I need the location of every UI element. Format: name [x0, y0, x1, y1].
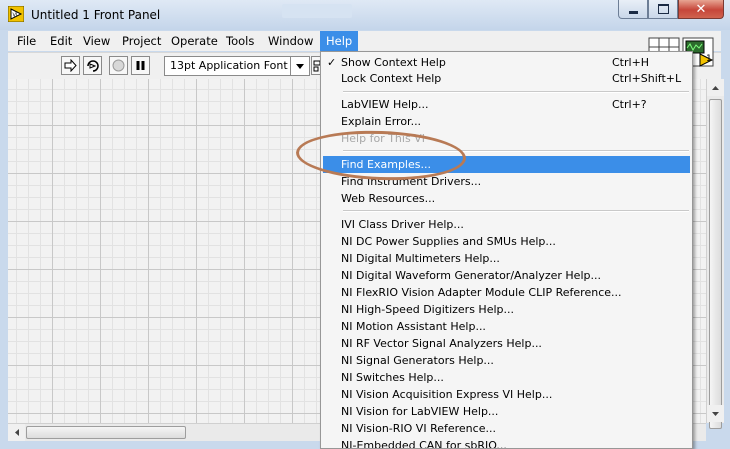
menu-item-label: Show Context Help — [341, 56, 446, 69]
chevron-left-icon — [14, 429, 19, 436]
menu-item-lock-context-help[interactable]: Lock Context Help Ctrl+Shift+L — [323, 70, 690, 87]
menu-item-label: NI Switches Help... — [341, 371, 444, 384]
minimize-button[interactable] — [618, 0, 648, 19]
maximize-button[interactable] — [648, 0, 678, 19]
title-bar-glass-area — [282, 4, 352, 18]
pause-button[interactable] — [131, 56, 150, 75]
menu-item-ni-signal-generators-help[interactable]: NI Signal Generators Help... — [323, 352, 690, 369]
vertical-scrollbar[interactable] — [706, 79, 724, 429]
minimize-icon — [628, 10, 638, 14]
menu-item-ni-dmm-help[interactable]: NI Digital Multimeters Help... — [323, 250, 690, 267]
menu-item-find-examples[interactable]: Find Examples... — [323, 156, 690, 173]
close-icon: ✕ — [695, 1, 707, 17]
font-value: 13pt Application Font — [170, 59, 288, 72]
menu-item-label: NI Digital Waveform Generator/Analyzer H… — [341, 269, 601, 282]
menu-item-label: NI Vision-RIO VI Reference... — [341, 422, 496, 435]
menu-item-label: NI Signal Generators Help... — [341, 354, 494, 367]
labview-front-panel-window: VI Untitled 1 Front Panel ✕ File Edit Vi… — [0, 0, 730, 449]
menu-separator — [343, 91, 689, 93]
labview-app-icon[interactable]: VI — [8, 6, 24, 22]
run-continuously-button[interactable] — [83, 56, 102, 75]
menu-file[interactable]: File — [17, 31, 36, 51]
menu-item-ni-dc-power-help[interactable]: NI DC Power Supplies and SMUs Help... — [323, 233, 690, 250]
menu-separator — [343, 210, 689, 212]
text-settings-dropdown[interactable]: 13pt Application Font — [164, 56, 310, 76]
scroll-left-button[interactable] — [8, 424, 25, 441]
chevron-down-icon — [296, 63, 304, 69]
menu-item-shortcut: Ctrl+Shift+L — [612, 72, 682, 85]
menu-item-label: Lock Context Help — [341, 72, 442, 85]
menu-item-label: LabVIEW Help... — [341, 98, 429, 111]
menu-view[interactable]: View — [83, 31, 110, 51]
menu-item-help-for-this-vi: Help for This VI — [323, 130, 690, 147]
menu-item-show-context-help[interactable]: ✓ Show Context Help Ctrl+H — [323, 54, 690, 71]
window-caption-buttons: ✕ — [618, 0, 724, 20]
close-button[interactable]: ✕ — [678, 0, 724, 19]
font-dropdown-arrow[interactable] — [290, 57, 309, 75]
menu-item-ni-high-speed-digitizers-help[interactable]: NI High-Speed Digitizers Help... — [323, 301, 690, 318]
run-arrow-icon — [64, 59, 77, 72]
menu-item-ni-motion-assistant-help[interactable]: NI Motion Assistant Help... — [323, 318, 690, 335]
menu-item-ni-embedded-can-sbrio[interactable]: NI-Embedded CAN for sbRIO... — [323, 437, 690, 449]
menu-item-explain-error[interactable]: Explain Error... — [323, 113, 690, 130]
menu-item-web-resources[interactable]: Web Resources... — [323, 190, 690, 207]
menu-item-ni-digital-waveform-help[interactable]: NI Digital Waveform Generator/Analyzer H… — [323, 267, 690, 284]
scroll-down-button[interactable] — [707, 405, 724, 422]
menu-item-label: NI RF Vector Signal Analyzers Help... — [341, 337, 542, 350]
chevron-up-icon — [712, 85, 719, 90]
menu-item-label: Web Resources... — [341, 192, 436, 205]
menu-item-ivi-class-driver-help[interactable]: IVI Class Driver Help... — [323, 216, 690, 233]
menu-item-label: Help for This VI — [341, 132, 425, 145]
menu-project[interactable]: Project — [122, 31, 161, 51]
pause-icon — [136, 61, 145, 70]
menu-bar: File Edit View Project Operate Tools Win… — [8, 31, 721, 51]
menu-separator — [343, 150, 689, 152]
menu-item-label: NI FlexRIO Vision Adapter Module CLIP Re… — [341, 286, 622, 299]
scroll-up-button[interactable] — [707, 79, 724, 96]
menu-item-label: NI Vision for LabVIEW Help... — [341, 405, 499, 418]
window-title: Untitled 1 Front Panel — [31, 8, 161, 22]
menu-item-ni-vision-acquisition-help[interactable]: NI Vision Acquisition Express VI Help... — [323, 386, 690, 403]
abort-execution-button[interactable] — [109, 56, 128, 75]
menu-item-label: IVI Class Driver Help... — [341, 218, 464, 231]
menu-item-label: NI-Embedded CAN for sbRIO... — [341, 439, 507, 449]
menu-item-labview-help[interactable]: LabVIEW Help... Ctrl+? — [323, 96, 690, 113]
help-menu-dropdown: ✓ Show Context Help Ctrl+H Lock Context … — [320, 51, 693, 449]
menu-item-shortcut: Ctrl+? — [612, 98, 647, 111]
menu-operate[interactable]: Operate — [171, 31, 218, 51]
menu-tools[interactable]: Tools — [226, 31, 254, 51]
menu-item-label: Find Instrument Drivers... — [341, 175, 482, 188]
menu-item-label: Find Examples... — [341, 158, 431, 171]
title-bar[interactable]: VI Untitled 1 Front Panel ✕ — [0, 0, 730, 30]
menu-item-ni-rf-vsa-help[interactable]: NI RF Vector Signal Analyzers Help... — [323, 335, 690, 352]
menu-window[interactable]: Window — [268, 31, 313, 51]
checkmark-icon: ✓ — [327, 56, 337, 69]
menu-item-find-instrument-drivers[interactable]: Find Instrument Drivers... — [323, 173, 690, 190]
menu-item-ni-switches-help[interactable]: NI Switches Help... — [323, 369, 690, 386]
menu-item-shortcut: Ctrl+H — [612, 56, 650, 69]
menu-item-label: Explain Error... — [341, 115, 422, 128]
maximize-icon — [657, 4, 669, 14]
menu-item-ni-vision-rio-reference[interactable]: NI Vision-RIO VI Reference... — [323, 420, 690, 437]
menu-item-label: NI DC Power Supplies and SMUs Help... — [341, 235, 556, 248]
svg-text:VI: VI — [13, 13, 18, 19]
vertical-scroll-thumb[interactable] — [709, 99, 722, 429]
horizontal-scroll-thumb[interactable] — [26, 426, 186, 439]
menu-item-ni-vision-labview-help[interactable]: NI Vision for LabVIEW Help... — [323, 403, 690, 420]
menu-help[interactable]: Help — [320, 31, 359, 51]
chevron-down-icon — [712, 411, 719, 416]
connector-pane-number: 1 — [706, 54, 712, 64]
run-continuously-icon — [86, 59, 99, 72]
menu-item-label: NI Motion Assistant Help... — [341, 320, 486, 333]
menu-item-label: NI High-Speed Digitizers Help... — [341, 303, 514, 316]
menu-item-ni-flexrio-clip-reference[interactable]: NI FlexRIO Vision Adapter Module CLIP Re… — [323, 284, 690, 301]
menu-item-label: NI Digital Multimeters Help... — [341, 252, 500, 265]
stop-sign-icon — [112, 59, 125, 72]
menu-edit[interactable]: Edit — [50, 31, 72, 51]
menu-item-label: NI Vision Acquisition Express VI Help... — [341, 388, 553, 401]
run-button[interactable] — [61, 56, 80, 75]
